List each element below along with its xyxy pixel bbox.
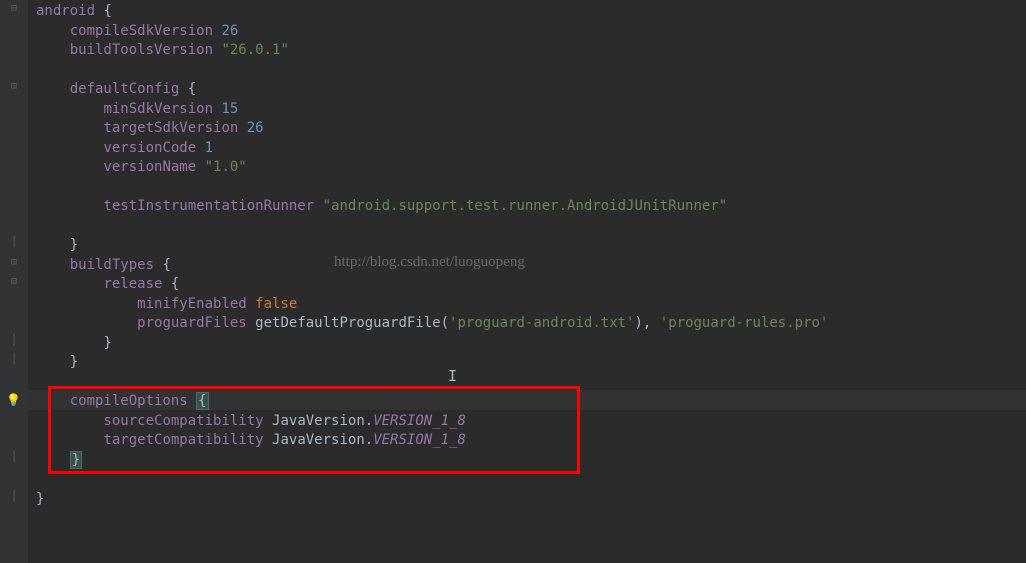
fold-bar-icon: │	[8, 354, 20, 366]
fold-bar-icon: │	[8, 335, 20, 347]
code-line: }	[36, 451, 1026, 471]
code-line: proguardFiles getDefaultProguardFile('pr…	[36, 314, 1026, 334]
code-line: targetSdkVersion 26	[36, 119, 1026, 139]
code-line: versionName "1.0"	[36, 158, 1026, 178]
brace-match-open: {	[196, 392, 208, 410]
brace-match-close: }	[70, 451, 82, 469]
code-line: }	[36, 353, 1026, 373]
code-line: versionCode 1	[36, 139, 1026, 159]
code-line: minifyEnabled false	[36, 295, 1026, 315]
code-line: buildTypes {	[36, 256, 1026, 276]
code-line	[36, 373, 1026, 393]
code-line: }	[36, 236, 1026, 256]
code-line: buildToolsVersion "26.0.1"	[36, 41, 1026, 61]
code-line: targetCompatibility JavaVersion.VERSION_…	[36, 431, 1026, 451]
lightbulb-icon[interactable]: 💡	[6, 393, 20, 407]
code-line: compileSdkVersion 26	[36, 22, 1026, 42]
code-editor[interactable]: ⊟ ⊟ │ ⊟ ⊟ │ │ 💡 │ │ android { compileSdk…	[0, 0, 1026, 563]
code-line: testInstrumentationRunner "android.suppo…	[36, 197, 1026, 217]
fold-bar-icon: │	[8, 491, 20, 503]
fold-icon[interactable]: ⊟	[8, 276, 20, 288]
code-line: }	[36, 490, 1026, 510]
code-line: minSdkVersion 15	[36, 100, 1026, 120]
fold-icon[interactable]: ⊟	[8, 81, 20, 93]
code-line: defaultConfig {	[36, 80, 1026, 100]
code-content[interactable]: android { compileSdkVersion 26 buildTool…	[28, 0, 1026, 563]
code-line: compileOptions {	[36, 392, 1026, 412]
fold-icon[interactable]: ⊟	[8, 257, 20, 269]
fold-bar-icon: │	[8, 237, 20, 249]
code-line: }	[36, 334, 1026, 354]
fold-bar-icon: │	[8, 452, 20, 464]
code-line	[36, 470, 1026, 490]
code-line	[36, 178, 1026, 198]
fold-icon[interactable]: ⊟	[8, 3, 20, 15]
code-line: android {	[36, 2, 1026, 22]
code-line: release {	[36, 275, 1026, 295]
code-line	[36, 61, 1026, 81]
gutter: ⊟ ⊟ │ ⊟ ⊟ │ │ 💡 │ │	[0, 0, 28, 563]
code-line	[36, 217, 1026, 237]
code-line: sourceCompatibility JavaVersion.VERSION_…	[36, 412, 1026, 432]
